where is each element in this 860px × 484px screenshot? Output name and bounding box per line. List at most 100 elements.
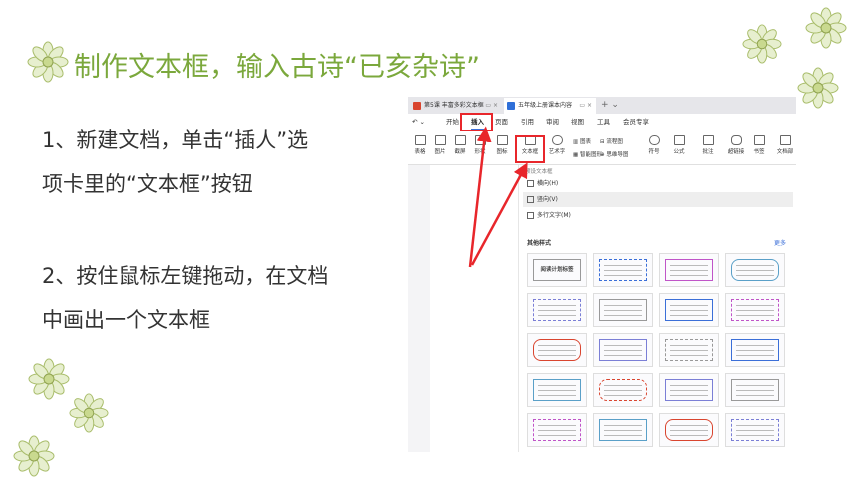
textbox-style-thumbnail[interactable] bbox=[593, 413, 653, 447]
wordart-button[interactable]: 艺术字 bbox=[546, 135, 568, 155]
thumbnail-text-line bbox=[604, 305, 642, 306]
thumbnail-text-line bbox=[604, 270, 642, 271]
more-styles-link[interactable]: 更多 bbox=[774, 238, 786, 247]
step-2-line-1: 2、按住鼠标左键拖动，在文档 bbox=[42, 264, 329, 288]
textbox-multiline-option[interactable]: 多行文字(M) bbox=[523, 208, 793, 223]
thumbnail-text-line bbox=[538, 350, 576, 351]
screenshot-button[interactable]: 截屏 bbox=[452, 135, 468, 155]
textbox-style-thumbnail[interactable] bbox=[725, 333, 785, 367]
flowchart-button[interactable]: ⊟ 流程图 bbox=[600, 137, 623, 145]
textbox-style-thumbnail[interactable] bbox=[593, 253, 653, 287]
thumbnail-text-line bbox=[670, 435, 708, 436]
horizontal-textbox-icon bbox=[527, 180, 534, 187]
textbox-style-thumbnail[interactable] bbox=[725, 253, 785, 287]
textbox-style-thumbnail[interactable] bbox=[725, 413, 785, 447]
formula-icon bbox=[673, 135, 685, 145]
back-icon[interactable]: ↶ ⌄ bbox=[412, 114, 425, 131]
step-2-line-2: 中画出一个文本框 bbox=[42, 308, 210, 332]
tab-label: 第5课 丰富多彩文本框 bbox=[424, 102, 484, 109]
bookmark-button[interactable]: 书签 bbox=[751, 135, 767, 155]
textbox-style-thumbnail[interactable] bbox=[725, 373, 785, 407]
slide-title: 制作文本框，输入古诗“已亥杂诗” bbox=[74, 52, 480, 83]
thumbnail-text-line bbox=[670, 390, 708, 391]
thumbnail-text-line bbox=[736, 430, 774, 431]
thumbnail-text-line bbox=[538, 425, 576, 426]
tab-menu-icon[interactable]: ▭ × bbox=[579, 98, 592, 114]
new-tab-button[interactable]: + ⌄ bbox=[601, 97, 619, 114]
document-page[interactable] bbox=[430, 165, 530, 452]
menu-member[interactable]: 会员专享 bbox=[623, 114, 649, 131]
step-1-line-1: 1、新建文档，单击“插人”选 bbox=[42, 128, 309, 152]
thumbnail-text-line bbox=[736, 435, 774, 436]
thumbnail-text-line bbox=[604, 430, 642, 431]
menu-references[interactable]: 引用 bbox=[521, 114, 534, 131]
hyperlink-button[interactable]: 超链接 bbox=[726, 135, 746, 155]
thumbnail-text-line bbox=[604, 425, 642, 426]
flower-icon bbox=[69, 393, 109, 433]
textbox-style-thumbnail[interactable] bbox=[659, 373, 719, 407]
menu-view[interactable]: 视图 bbox=[571, 114, 584, 131]
textbox-style-thumbnail[interactable]: 阅读计划标签 bbox=[527, 253, 587, 287]
shape-icon bbox=[474, 135, 486, 145]
table-button[interactable]: 表格 bbox=[412, 135, 428, 155]
step-2-text: 2、按住鼠标左键拖动，在文档 中画出一个文本框 bbox=[42, 254, 328, 342]
textbox-style-thumbnail[interactable] bbox=[593, 373, 653, 407]
smartart-button[interactable]: ▦ 智能图形 bbox=[573, 150, 602, 158]
thumbnail-text-line bbox=[736, 395, 774, 396]
thumbnail-text-line bbox=[670, 310, 708, 311]
picture-button[interactable]: 图片 bbox=[432, 135, 448, 155]
step-1-text: 1、新建文档，单击“插人”选 项卡里的“文本框”按钮 bbox=[42, 118, 308, 206]
textbox-style-thumbnail[interactable] bbox=[593, 333, 653, 367]
thumbnail-text-line bbox=[670, 275, 708, 276]
thumbnail-text-line bbox=[538, 305, 576, 306]
panel-title: 预设文本框 bbox=[525, 169, 553, 175]
mindmap-button[interactable]: ⊕ 思维导图 bbox=[600, 150, 628, 158]
docparts-button[interactable]: 文档部 bbox=[774, 135, 796, 155]
textbox-horizontal-option[interactable]: 横向(H) bbox=[523, 176, 793, 191]
thumbnail-text-line bbox=[670, 430, 708, 431]
textbox-style-thumbnail[interactable] bbox=[659, 413, 719, 447]
thumbnail-text-line bbox=[670, 395, 708, 396]
chart-button[interactable]: ▥ 图表 bbox=[573, 137, 591, 145]
shape-button[interactable]: 形状 bbox=[472, 135, 488, 155]
thumbnail-text-line bbox=[670, 350, 708, 351]
annotation-button[interactable]: 批注 bbox=[700, 135, 716, 155]
tab-presentation[interactable]: 第5课 丰富多彩文本框 ▭ × bbox=[410, 98, 502, 114]
thumbnail-text-line bbox=[538, 315, 576, 316]
textbox-style-thumbnail[interactable] bbox=[527, 293, 587, 327]
thumbnail-text-line bbox=[604, 315, 642, 316]
thumbnail-text-line bbox=[736, 305, 774, 306]
textbox-vertical-option[interactable]: 竖向(V) bbox=[523, 192, 793, 207]
menu-page[interactable]: 页面 bbox=[495, 114, 508, 131]
menu-review[interactable]: 审阅 bbox=[546, 114, 559, 131]
tab-document[interactable]: 五年级上册课本内容 ▭ × bbox=[504, 98, 596, 114]
textbox-style-thumbnail[interactable] bbox=[659, 293, 719, 327]
tab-menu-icon[interactable]: ▭ × bbox=[485, 98, 498, 114]
textbox-style-thumbnail[interactable] bbox=[659, 253, 719, 287]
textbox-style-thumbnail[interactable] bbox=[659, 333, 719, 367]
thumbnail-text-line bbox=[670, 425, 708, 426]
thumbnail-text-line bbox=[604, 265, 642, 266]
symbol-icon bbox=[648, 135, 660, 145]
symbol-button[interactable]: 符号 bbox=[646, 135, 662, 155]
thumbnail-text-line bbox=[736, 275, 774, 276]
bookmark-icon bbox=[753, 135, 765, 145]
textbox-style-thumbnail[interactable] bbox=[593, 293, 653, 327]
textbox-style-thumbnail[interactable] bbox=[527, 373, 587, 407]
thumbnail-text-line bbox=[604, 350, 642, 351]
textbox-style-thumbnail[interactable] bbox=[527, 333, 587, 367]
thumbnail-text-line bbox=[670, 355, 708, 356]
textbox-style-thumbnail[interactable] bbox=[725, 293, 785, 327]
textbox-style-thumbnail[interactable] bbox=[527, 413, 587, 447]
step-1-line-2: 项卡里的“文本框”按钮 bbox=[42, 172, 253, 196]
flower-icon bbox=[28, 358, 70, 400]
thumbnail-text-line bbox=[670, 385, 708, 386]
thumbnail-label: 阅读计划标签 bbox=[540, 267, 574, 273]
thumbnail-text-line bbox=[736, 425, 774, 426]
menu-home[interactable]: 开始 bbox=[446, 114, 459, 131]
icon-button[interactable]: 图标 bbox=[494, 135, 510, 155]
thumbnail-text-line bbox=[604, 310, 642, 311]
menu-tools[interactable]: 工具 bbox=[597, 114, 610, 131]
formula-button[interactable]: 公式 bbox=[670, 135, 688, 155]
document-tab-bar: 第5课 丰富多彩文本框 ▭ × 五年级上册课本内容 ▭ × + ⌄ bbox=[408, 97, 796, 114]
